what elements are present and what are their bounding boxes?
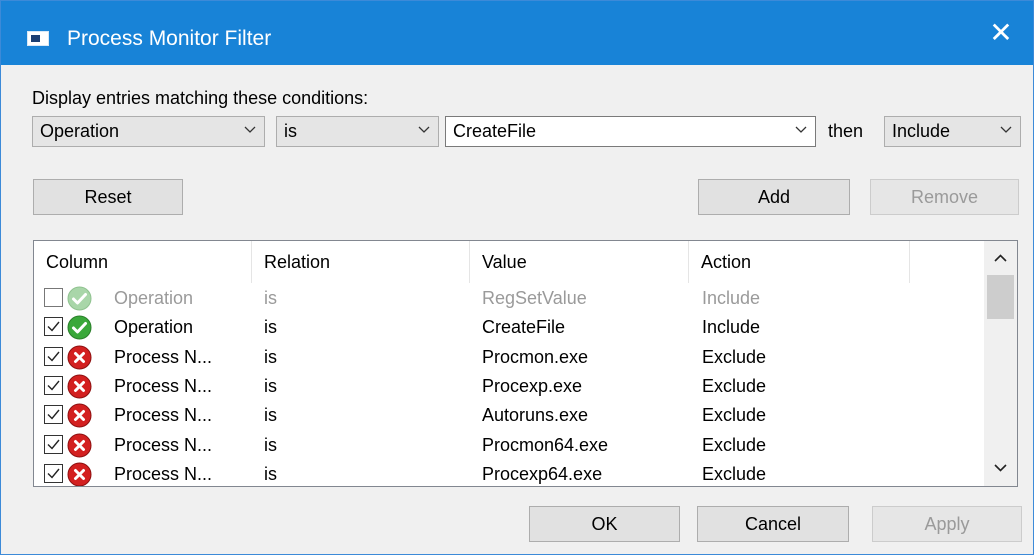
vertical-scrollbar[interactable] [984,241,1017,486]
table-row[interactable]: Process N... is Procexp64.exe Exclude [34,460,985,486]
exclude-icon [67,374,92,399]
ok-button[interactable]: OK [529,506,680,542]
cell-value: CreateFile [482,317,566,338]
cell-column: Operation [114,288,194,308]
cell-value: Procexp64.exe [482,463,603,484]
cell-relation: is [264,317,277,338]
table-row[interactable]: Process N... is Procmon.exe Exclude [34,343,985,372]
column-header-value[interactable]: Value [470,241,689,283]
exclude-icon [67,345,92,370]
cell-action: Exclude [702,434,767,455]
window-title: Process Monitor Filter [67,27,272,50]
column-select[interactable]: Operation [32,116,265,147]
add-button[interactable]: Add [698,179,850,215]
cell-value: Autoruns.exe [482,405,589,426]
cell-column: Process N... [114,375,213,396]
apply-button[interactable]: Apply [872,506,1022,542]
cell-relation: is [264,346,277,367]
cell-column: Process N... [114,405,213,426]
reset-button[interactable]: Reset [33,179,183,215]
check-icon [67,286,92,311]
row-checkbox[interactable] [44,317,63,337]
cell-relation: is [264,463,277,484]
filter-list[interactable]: Column Relation Value Action Operation is… [33,240,1018,487]
close-button[interactable]: ✕ [969,1,1033,65]
exclude-icon [67,433,92,458]
check-icon [67,315,92,340]
scroll-up-icon[interactable] [984,241,1017,277]
conditions-label: Display entries matching these condition… [32,88,369,108]
cell-column: Process N... [114,434,213,455]
action-select-value: Include [892,121,951,141]
column-select-value: Operation [40,121,120,141]
filter-dialog: Process Monitor Filter ✕ Display entries… [0,0,1034,555]
column-header-column[interactable]: Column [34,241,252,283]
table-row[interactable]: Process N... is Procexp.exe Exclude [34,372,985,401]
row-checkbox[interactable] [44,463,63,483]
exclude-icon [67,403,92,428]
column-header-relation[interactable]: Relation [252,241,470,283]
row-checkbox[interactable] [44,434,63,454]
cell-value: RegSetValue [482,288,587,308]
cell-relation: is [264,434,277,455]
row-checkbox[interactable] [44,346,63,366]
row-checkbox[interactable] [44,375,63,395]
table-row[interactable]: Process N... is Procmon64.exe Exclude [34,431,985,460]
cell-action: Include [702,288,761,308]
value-combobox[interactable]: CreateFile [445,116,816,147]
chevron-down-icon [1000,125,1012,135]
column-header-action[interactable]: Action [689,241,910,283]
value-combobox-text: CreateFile [453,121,537,141]
row-checkbox[interactable] [44,405,63,425]
cell-column: Process N... [114,463,213,484]
relation-select[interactable]: is [276,116,439,147]
exclude-icon [67,462,92,486]
then-label: then [828,121,864,141]
cell-action: Include [702,317,761,338]
row-checkbox[interactable] [44,288,63,307]
cell-column: Operation [114,317,194,338]
cell-action: Exclude [702,405,767,426]
cell-action: Exclude [702,346,767,367]
title-bar[interactable]: Process Monitor Filter ✕ [1,1,1033,65]
cell-action: Exclude [702,375,767,396]
cell-value: Procmon.exe [482,346,589,367]
relation-select-value: is [284,121,297,141]
cell-relation: is [264,405,277,426]
list-header: Column Relation Value Action [34,241,985,283]
cell-relation: is [264,375,277,396]
cell-column: Process N... [114,346,213,367]
chevron-down-icon [795,125,807,135]
cell-action: Exclude [702,463,767,484]
cell-relation: is [264,288,277,308]
chevron-down-icon [418,125,430,135]
table-row[interactable]: Process N... is Autoruns.exe Exclude [34,401,985,430]
scroll-down-icon[interactable] [984,450,1017,486]
table-row[interactable]: Operation is CreateFile Include [34,313,985,342]
chevron-down-icon [244,125,256,135]
cancel-button[interactable]: Cancel [697,506,849,542]
table-row[interactable]: Operation is RegSetValue Include [34,284,985,313]
scrollbar-thumb[interactable] [987,275,1014,319]
remove-button[interactable]: Remove [870,179,1019,215]
action-select[interactable]: Include [884,116,1021,147]
app-icon [27,31,49,46]
cell-value: Procexp.exe [482,375,583,396]
cell-value: Procmon64.exe [482,434,609,455]
